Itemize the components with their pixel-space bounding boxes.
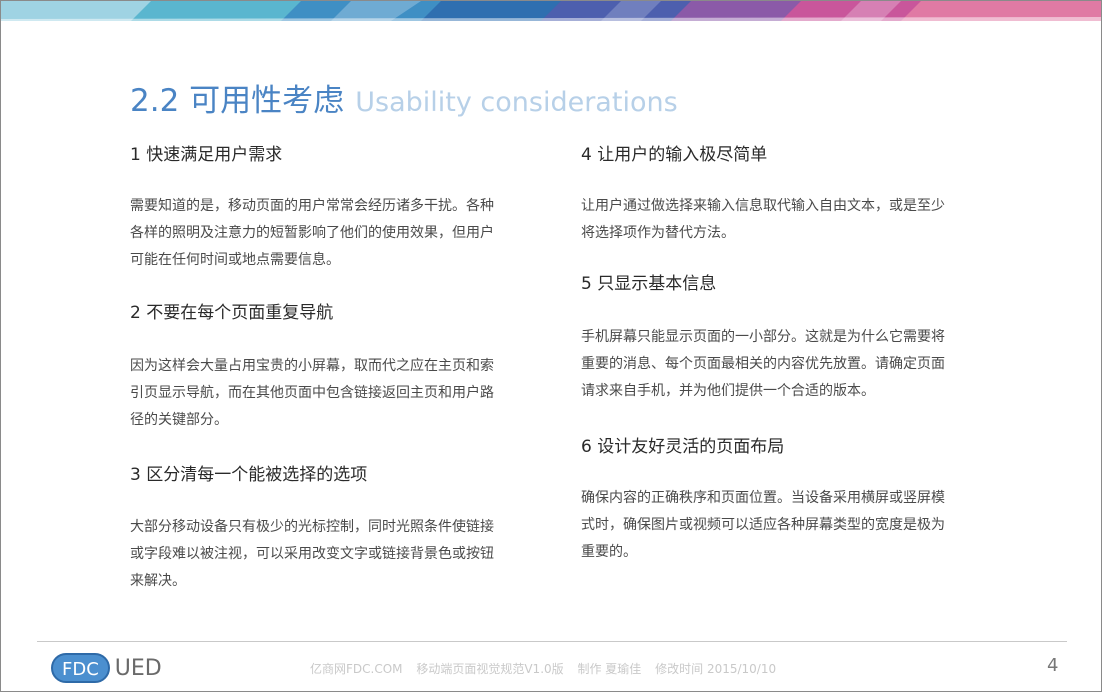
section-6: 6 设计友好灵活的页面布局 确保内容的正确秩序和页面位置。当设备采用横屏或竖屏模… [581,436,991,566]
body-line: 径的关键部分。 [130,412,228,428]
body-line: 手机屏幕只能显示页面的一小部分。这就是为什么它需要将 [581,329,945,345]
fdc-ued-logo: FDC UED [51,653,162,683]
logo-ued: UED [114,655,162,681]
section-1: 1 快速满足用户需求 需要知道的是，移动页面的用户常常会经历诸多干扰。各种 各样… [130,144,540,274]
body-line: 请求来自手机，并为他们提供一个合适的版本。 [581,383,875,399]
section-heading: 5 只显示基本信息 [581,274,717,294]
section-4: 4 让用户的输入极尽简单 让用户通过做选择来输入信息取代输入自由文本，或是至少 … [581,144,991,247]
body-line: 可能在任何时间或地点需要信息。 [130,252,340,268]
body-line: 将选择项作为替代方法。 [581,225,735,241]
section-body: 因为这样会大量占用宝贵的小屏幕，取而代之应在主页和索 引页显示导航，而在其他页面… [130,353,540,434]
page-title: 2.2 可用性考虑 Usability considerations [130,75,678,120]
section-heading: 3 区分清每一个能被选择的选项 [130,465,368,485]
body-line: 因为这样会大量占用宝贵的小屏幕，取而代之应在主页和索 [130,358,494,374]
section-body: 确保内容的正确秩序和页面位置。当设备采用横屏或竖屏模 式时，确保图片或视频可以适… [581,485,991,566]
section-heading: 4 让用户的输入极尽简单 [581,145,768,165]
body-line: 大部分移动设备只有极少的光标控制，同时光照条件使链接 [130,519,494,535]
footer-modified: 修改时间 2015/10/10 [655,662,777,676]
body-line: 引页显示导航，而在其他页面中包含链接返回主页和用户路 [130,385,494,401]
section-heading: 2 不要在每个页面重复导航 [130,303,334,323]
footer-author: 制作 夏瑜佳 [577,662,642,676]
body-line: 各样的照明及注意力的短暂影响了他们的使用效果，但用户 [130,225,494,241]
section-body: 让用户通过做选择来输入信息取代输入自由文本，或是至少 将选择项作为替代方法。 [581,193,991,247]
footer-site: 亿商网FDC.COM [310,662,403,676]
section-heading: 1 快速满足用户需求 [130,145,283,165]
section-2: 2 不要在每个页面重复导航 因为这样会大量占用宝贵的小屏幕，取而代之应在主页和索… [130,302,540,434]
body-line: 确保内容的正确秩序和页面位置。当设备采用横屏或竖屏模 [581,490,945,506]
body-line: 需要知道的是，移动页面的用户常常会经历诸多干扰。各种 [130,198,494,214]
section-3: 3 区分清每一个能被选择的选项 大部分移动设备只有极少的光标控制，同时光照条件使… [130,464,540,595]
body-line: 让用户通过做选择来输入信息取代输入自由文本，或是至少 [581,198,945,214]
slide: 2.2 可用性考虑 Usability considerations 1 快速满… [0,0,1102,692]
logo-fdc: FDC [51,653,110,683]
page-title-zh: 2.2 可用性考虑 [130,83,345,119]
page-title-en: Usability considerations [355,87,678,118]
footer-doc-name: 移动端页面视觉规范V1.0版 [416,662,564,676]
section-body: 手机屏幕只能显示页面的一小部分。这就是为什么它需要将 重要的消息、每个页面最相关… [581,324,991,405]
section-body: 需要知道的是，移动页面的用户常常会经历诸多干扰。各种 各样的照明及注意力的短暂影… [130,193,540,274]
body-line: 式时，确保图片或视频可以适应各种屏幕类型的宽度是极为 [581,517,945,533]
body-line: 来解决。 [130,573,186,589]
body-line: 重要的消息、每个页面最相关的内容优先放置。请确定页面 [581,356,945,372]
section-5: 5 只显示基本信息 手机屏幕只能显示页面的一小部分。这就是为什么它需要将 重要的… [581,273,991,405]
section-heading: 6 设计友好灵活的页面布局 [581,437,785,457]
section-body: 大部分移动设备只有极少的光标控制，同时光照条件使链接 或字段难以被注视，可以采用… [130,514,540,595]
footer-divider [37,641,1067,642]
body-line: 重要的。 [581,544,637,560]
decorative-banner [1,1,1101,21]
footer-info: 亿商网FDC.COM 移动端页面视觉规范V1.0版 制作 夏瑜佳 修改时间 20… [310,660,786,677]
page-number: 4 [1047,655,1059,676]
body-line: 或字段难以被注视，可以采用改变文字或链接背景色或按钮 [130,546,494,562]
